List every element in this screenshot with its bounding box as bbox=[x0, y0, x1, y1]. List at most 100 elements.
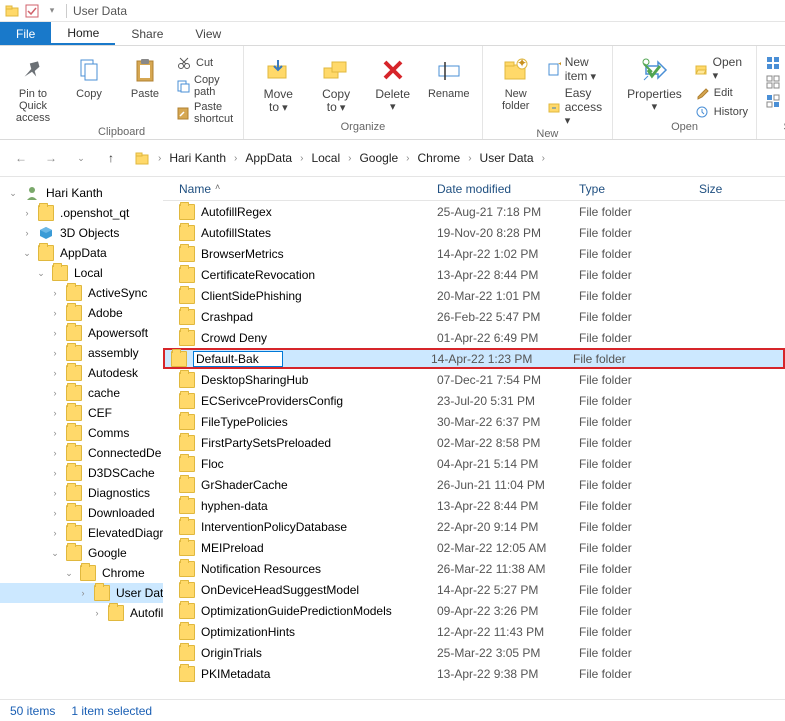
selectnone-button[interactable]: Select bbox=[765, 73, 785, 91]
chevron-down-icon[interactable]: ⌄ bbox=[64, 568, 74, 579]
header-type[interactable]: Type bbox=[571, 182, 691, 196]
recent-dropdown[interactable]: ⌄ bbox=[70, 147, 92, 169]
table-row[interactable]: OptimizationHints12-Apr-22 11:43 PMFile … bbox=[163, 621, 785, 642]
table-row[interactable]: hyphen-data13-Apr-22 8:44 PMFile folder bbox=[163, 495, 785, 516]
tab-file[interactable]: File bbox=[0, 22, 51, 45]
chevron-down-icon[interactable]: ⌄ bbox=[22, 248, 32, 259]
cut-button[interactable]: Cut bbox=[176, 54, 235, 72]
tree-item[interactable]: ›D3DSCache bbox=[0, 463, 163, 483]
history-button[interactable]: History bbox=[694, 103, 748, 121]
tree-item[interactable]: ›ElevatedDiagr bbox=[0, 523, 163, 543]
moveto-button[interactable]: Move to ▾ bbox=[252, 52, 304, 116]
tree-item[interactable]: ›Comms bbox=[0, 423, 163, 443]
tree-item[interactable]: ›AutofillR bbox=[0, 603, 163, 623]
chevron-right-icon[interactable]: › bbox=[50, 348, 60, 358]
checkbox-icon[interactable] bbox=[24, 3, 40, 19]
rename-input[interactable] bbox=[193, 351, 283, 367]
tree-item[interactable]: ⌄Chrome bbox=[0, 563, 163, 583]
breadcrumb-item[interactable]: AppData bbox=[241, 149, 296, 167]
chevron-right-icon[interactable]: › bbox=[92, 608, 102, 618]
newfolder-button[interactable]: ✦ New folder bbox=[491, 52, 541, 114]
selectall-button[interactable]: Select bbox=[765, 54, 785, 72]
nav-tree[interactable]: ⌄Hari Kanth›.openshot_qt›3D Objects⌄AppD… bbox=[0, 177, 163, 699]
tab-view[interactable]: View bbox=[179, 22, 237, 45]
up-button[interactable]: ↑ bbox=[100, 147, 122, 169]
forward-button[interactable]: → bbox=[40, 147, 62, 169]
edit-button[interactable]: Edit bbox=[694, 84, 748, 102]
delete-button[interactable]: Delete ▾ bbox=[368, 52, 418, 115]
chevron-right-icon[interactable]: › bbox=[406, 153, 409, 164]
tree-item[interactable]: ›Autodesk bbox=[0, 363, 163, 383]
chevron-right-icon[interactable]: › bbox=[300, 153, 303, 164]
table-row[interactable]: GrShaderCache26-Jun-21 11:04 PMFile fold… bbox=[163, 474, 785, 495]
chevron-right-icon[interactable]: › bbox=[22, 228, 32, 238]
tree-item[interactable]: ›.openshot_qt bbox=[0, 203, 163, 223]
tree-item[interactable]: ›Apowersoft bbox=[0, 323, 163, 343]
chevron-right-icon[interactable]: › bbox=[50, 488, 60, 498]
tree-item[interactable]: ›Downloaded bbox=[0, 503, 163, 523]
table-row[interactable]: DesktopSharingHub07-Dec-21 7:54 PMFile f… bbox=[163, 369, 785, 390]
tree-item[interactable]: ›Diagnostics bbox=[0, 483, 163, 503]
table-row[interactable]: AutofillStates19-Nov-20 8:28 PMFile fold… bbox=[163, 222, 785, 243]
table-row[interactable]: Crashpad26-Feb-22 5:47 PMFile folder bbox=[163, 306, 785, 327]
chevron-down-icon[interactable]: ⌄ bbox=[36, 268, 46, 279]
breadcrumb-item[interactable]: Google bbox=[355, 149, 402, 167]
chevron-right-icon[interactable]: › bbox=[50, 388, 60, 398]
chevron-right-icon[interactable]: › bbox=[22, 208, 32, 218]
tree-item[interactable]: ›Adobe bbox=[0, 303, 163, 323]
invertselection-button[interactable]: Invert bbox=[765, 92, 785, 110]
dropdown-icon[interactable]: ▾ bbox=[44, 3, 60, 19]
tree-item[interactable]: ›ActiveSync bbox=[0, 283, 163, 303]
breadcrumb-item[interactable]: Hari Kanth bbox=[165, 149, 230, 167]
tree-item[interactable]: ›3D Objects bbox=[0, 223, 163, 243]
back-button[interactable]: ← bbox=[10, 147, 32, 169]
chevron-right-icon[interactable]: › bbox=[50, 448, 60, 458]
chevron-right-icon[interactable]: › bbox=[50, 508, 60, 518]
tree-item[interactable]: ›ConnectedDe bbox=[0, 443, 163, 463]
table-row[interactable]: OptimizationGuidePredictionModels09-Apr-… bbox=[163, 600, 785, 621]
table-row[interactable]: 14-Apr-22 1:23 PMFile folder bbox=[163, 348, 785, 369]
breadcrumb-item[interactable]: Local bbox=[307, 149, 344, 167]
chevron-right-icon[interactable]: › bbox=[50, 288, 60, 298]
chevron-right-icon[interactable]: › bbox=[234, 153, 237, 164]
table-row[interactable]: FirstPartySetsPreloaded02-Mar-22 8:58 PM… bbox=[163, 432, 785, 453]
header-size[interactable]: Size bbox=[691, 182, 771, 196]
tree-item[interactable]: ›User Data bbox=[0, 583, 163, 603]
tree-item[interactable]: ›cache bbox=[0, 383, 163, 403]
chevron-right-icon[interactable]: › bbox=[542, 153, 545, 164]
table-row[interactable]: MEIPreload02-Mar-22 12:05 AMFile folder bbox=[163, 537, 785, 558]
table-row[interactable]: OriginTrials25-Mar-22 3:05 PMFile folder bbox=[163, 642, 785, 663]
chevron-down-icon[interactable]: ⌄ bbox=[50, 548, 60, 559]
open-button[interactable]: Open ▾ bbox=[694, 54, 748, 83]
table-row[interactable]: Floc04-Apr-21 5:14 PMFile folder bbox=[163, 453, 785, 474]
tab-home[interactable]: Home bbox=[51, 22, 115, 45]
table-row[interactable]: OnDeviceHeadSuggestModel14-Apr-22 5:27 P… bbox=[163, 579, 785, 600]
copyto-button[interactable]: Copy to ▾ bbox=[310, 52, 361, 116]
pasteshortcut-button[interactable]: Paste shortcut bbox=[176, 100, 235, 126]
breadcrumb-root-icon[interactable] bbox=[130, 148, 154, 168]
copypath-button[interactable]: Copy path bbox=[176, 73, 235, 99]
chevron-right-icon[interactable]: › bbox=[50, 428, 60, 438]
file-list-body[interactable]: AutofillRegex25-Aug-21 7:18 PMFile folde… bbox=[163, 201, 785, 699]
table-row[interactable]: Notification Resources26-Mar-22 11:38 AM… bbox=[163, 558, 785, 579]
chevron-right-icon[interactable]: ⌄ bbox=[8, 188, 18, 199]
tree-item[interactable]: ⌄Hari Kanth bbox=[0, 183, 163, 203]
table-row[interactable]: Crowd Deny01-Apr-22 6:49 PMFile folder bbox=[163, 327, 785, 348]
rename-button[interactable]: Rename bbox=[424, 52, 474, 102]
breadcrumb-item[interactable]: Chrome bbox=[414, 149, 465, 167]
table-row[interactable]: FileTypePolicies30-Mar-22 6:37 PMFile fo… bbox=[163, 411, 785, 432]
table-row[interactable]: InterventionPolicyDatabase22-Apr-20 9:14… bbox=[163, 516, 785, 537]
chevron-right-icon[interactable]: › bbox=[50, 468, 60, 478]
chevron-right-icon[interactable]: › bbox=[50, 308, 60, 318]
paste-button[interactable]: Paste bbox=[120, 52, 170, 102]
breadcrumb-item[interactable]: User Data bbox=[476, 149, 538, 167]
pin-quickaccess-button[interactable]: Pin to Quick access bbox=[8, 52, 58, 126]
tab-share[interactable]: Share bbox=[115, 22, 179, 45]
chevron-right-icon[interactable]: › bbox=[50, 528, 60, 538]
table-row[interactable]: BrowserMetrics14-Apr-22 1:02 PMFile fold… bbox=[163, 243, 785, 264]
chevron-right-icon[interactable]: › bbox=[348, 153, 351, 164]
breadcrumb[interactable]: › Hari Kanth › AppData › Local › Google › Chrome… bbox=[130, 148, 775, 168]
table-row[interactable]: ECSerivceProvidersConfig23-Jul-20 5:31 P… bbox=[163, 390, 785, 411]
easyaccess-button[interactable]: Easy access ▾ bbox=[547, 85, 604, 128]
properties-button[interactable]: Properties ▾ bbox=[621, 52, 688, 115]
